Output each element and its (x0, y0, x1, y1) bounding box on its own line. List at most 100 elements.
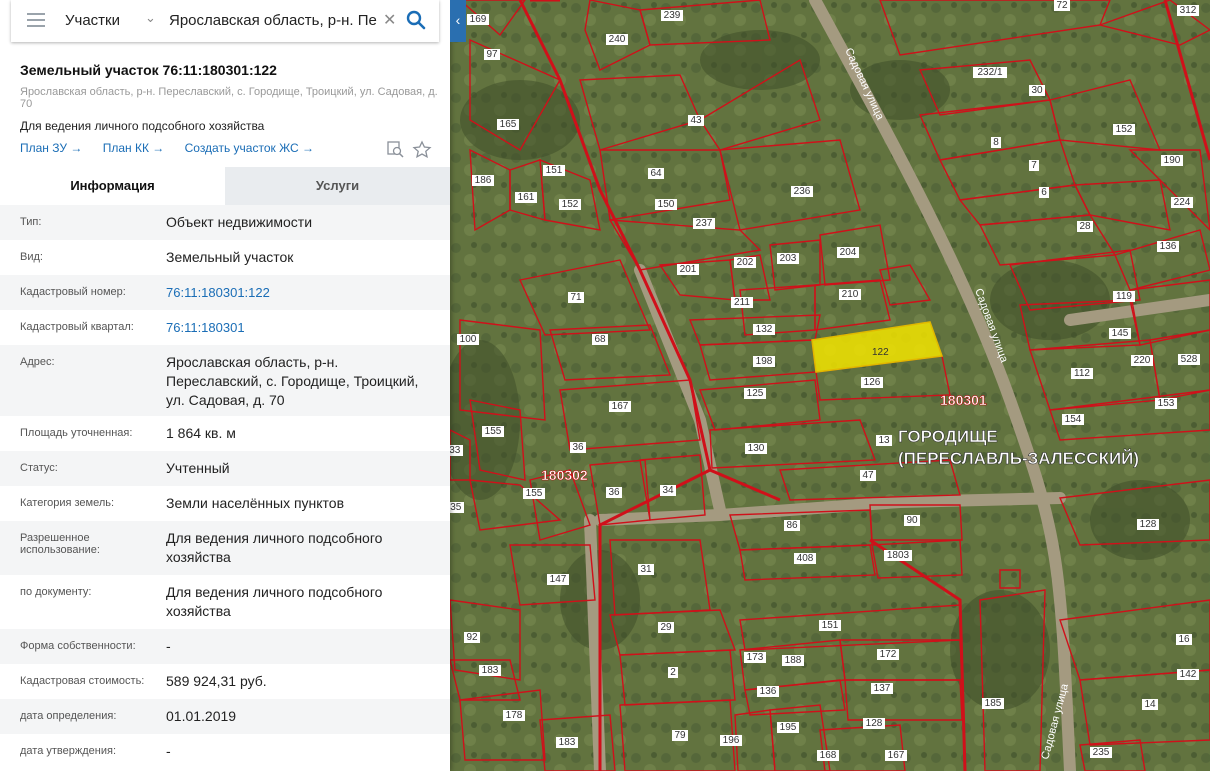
parcel-number[interactable]: 152 (562, 199, 579, 210)
zoom-to-object-icon[interactable] (387, 141, 404, 158)
parcel-number[interactable]: 36 (608, 487, 620, 498)
parcel-number[interactable]: 13 (878, 435, 890, 446)
parcel-number[interactable]: 90 (906, 515, 918, 526)
parcel-number[interactable]: 528 (1181, 354, 1198, 365)
parcel-number[interactable]: 112 (1074, 368, 1090, 379)
parcel-number[interactable]: 2 (670, 667, 676, 678)
parcel-number[interactable]: 188 (785, 655, 802, 666)
parcel-number[interactable]: 161 (518, 192, 535, 203)
parcel-number[interactable]: 165 (500, 119, 517, 130)
parcel-number[interactable]: 155 (526, 488, 543, 499)
parcel-number[interactable]: 147 (550, 574, 567, 585)
parcel-number[interactable]: 71 (570, 292, 582, 303)
parcel-number[interactable]: 79 (674, 730, 686, 741)
parcel-number[interactable]: 72 (1056, 0, 1068, 11)
parcel-number[interactable]: 47 (862, 470, 874, 481)
tab-information[interactable]: Информация (0, 167, 225, 205)
parcel-number[interactable]: 183 (559, 737, 576, 748)
parcel-number[interactable]: 151 (546, 165, 563, 176)
parcel-number[interactable]: 169 (470, 14, 487, 25)
parcel-number[interactable]: 137 (874, 683, 891, 694)
parcel-number[interactable]: 43 (690, 115, 702, 126)
parcel-number[interactable]: 86 (786, 520, 798, 531)
parcel-number[interactable]: 34 (662, 485, 674, 496)
create-zhs-link[interactable]: Создать участок ЖС → (185, 141, 314, 155)
parcel-number[interactable]: 155 (485, 426, 502, 437)
parcel-number[interactable]: 185 (985, 698, 1002, 709)
parcel-number[interactable]: 173 (747, 652, 764, 663)
parcel-number[interactable]: 203 (780, 253, 797, 264)
parcel-number[interactable]: 92 (466, 632, 478, 643)
parcel-number[interactable]: 408 (797, 553, 814, 564)
parcel-number[interactable]: 100 (460, 334, 477, 345)
parcel-number[interactable]: 1803 (887, 550, 910, 561)
parcel-number[interactable]: 150 (658, 199, 675, 210)
parcel-number[interactable]: 36 (572, 442, 584, 453)
parcel-number[interactable]: 119 (1116, 291, 1132, 302)
info-row-link[interactable]: 76:11:180301 (166, 310, 450, 345)
parcel-number[interactable]: 125 (747, 388, 764, 399)
parcel-number[interactable]: 14 (1144, 699, 1156, 710)
parcel-number[interactable]: 28 (1079, 221, 1091, 232)
parcel-number[interactable]: 152 (1116, 124, 1133, 135)
parcel-number[interactable]: 240 (609, 34, 626, 45)
parcel-number[interactable]: 31 (640, 564, 652, 575)
parcel-number[interactable]: 132 (756, 324, 773, 335)
parcel-number[interactable]: 232/1 (977, 67, 1002, 78)
menu-icon[interactable] (27, 13, 45, 27)
plan-kk-link[interactable]: План КК → (103, 141, 165, 155)
parcel-number[interactable]: 97 (486, 49, 498, 60)
parcel-number[interactable]: 239 (664, 10, 681, 21)
plan-zu-link[interactable]: План ЗУ → (20, 141, 82, 155)
tab-services[interactable]: Услуги (225, 167, 450, 205)
collapse-panel-button[interactable]: ‹ (450, 0, 466, 42)
parcel-number[interactable]: 128 (1140, 519, 1157, 530)
parcel-number[interactable]: 236 (794, 186, 811, 197)
parcel-number[interactable]: 130 (748, 443, 765, 454)
parcel-number[interactable]: 312 (1180, 5, 1197, 16)
parcel-number[interactable]: 198 (756, 356, 773, 367)
parcel-number[interactable]: 151 (822, 620, 839, 631)
parcel-number[interactable]: 195 (780, 722, 797, 733)
parcel-number[interactable]: 201 (680, 264, 697, 275)
parcel-number[interactable]: 224 (1174, 197, 1191, 208)
parcel-number[interactable]: 178 (506, 710, 523, 721)
parcel-number[interactable]: 235 (1093, 747, 1110, 758)
parcel-number[interactable]: 220 (1134, 355, 1151, 366)
star-icon[interactable] (412, 140, 432, 159)
parcel-number[interactable]: 128 (866, 718, 883, 729)
parcel-number[interactable]: 142 (1180, 669, 1197, 680)
parcel-number[interactable]: 237 (696, 218, 713, 229)
parcel-number[interactable]: 153 (1158, 398, 1175, 409)
close-icon[interactable]: ✕ (383, 10, 396, 30)
parcel-number[interactable]: 136 (760, 686, 777, 697)
parcel-number[interactable]: 29 (660, 622, 672, 633)
info-row-link[interactable]: 76:11:180301:122 (166, 275, 450, 310)
parcel-number[interactable]: 210 (842, 289, 859, 300)
parcel-number[interactable]: 211 (734, 297, 750, 308)
parcel-number[interactable]: 167 (888, 750, 905, 761)
parcel-number[interactable]: 204 (840, 247, 857, 258)
search-icon[interactable] (406, 10, 426, 30)
parcel-number[interactable]: 16 (1178, 634, 1190, 645)
search-type-select[interactable]: Участки (65, 12, 120, 29)
parcel-number[interactable]: 167 (612, 401, 629, 412)
parcel-number[interactable]: 6 (1041, 187, 1047, 198)
search-input[interactable] (169, 8, 379, 32)
parcel-number[interactable]: 168 (820, 750, 837, 761)
parcel-number[interactable]: 154 (1065, 414, 1082, 425)
parcel-number[interactable]: 68 (594, 334, 606, 345)
parcel-number[interactable]: 126 (864, 377, 881, 388)
parcel-number[interactable]: 8 (993, 137, 999, 148)
parcel-number[interactable]: 145 (1112, 328, 1129, 339)
parcel-number[interactable]: 190 (1164, 155, 1181, 166)
parcel-number[interactable]: 64 (650, 168, 662, 179)
chevron-down-icon[interactable]: ⌄ (145, 10, 156, 26)
parcel-number[interactable]: 186 (475, 175, 492, 186)
parcel-number[interactable]: 172 (880, 649, 897, 660)
parcel-number[interactable]: 136 (1160, 241, 1177, 252)
parcel-number[interactable]: 196 (723, 735, 740, 746)
parcel-number[interactable]: 183 (482, 665, 499, 676)
parcel-number[interactable]: 7 (1031, 160, 1037, 171)
parcel-number[interactable]: 202 (737, 257, 754, 268)
